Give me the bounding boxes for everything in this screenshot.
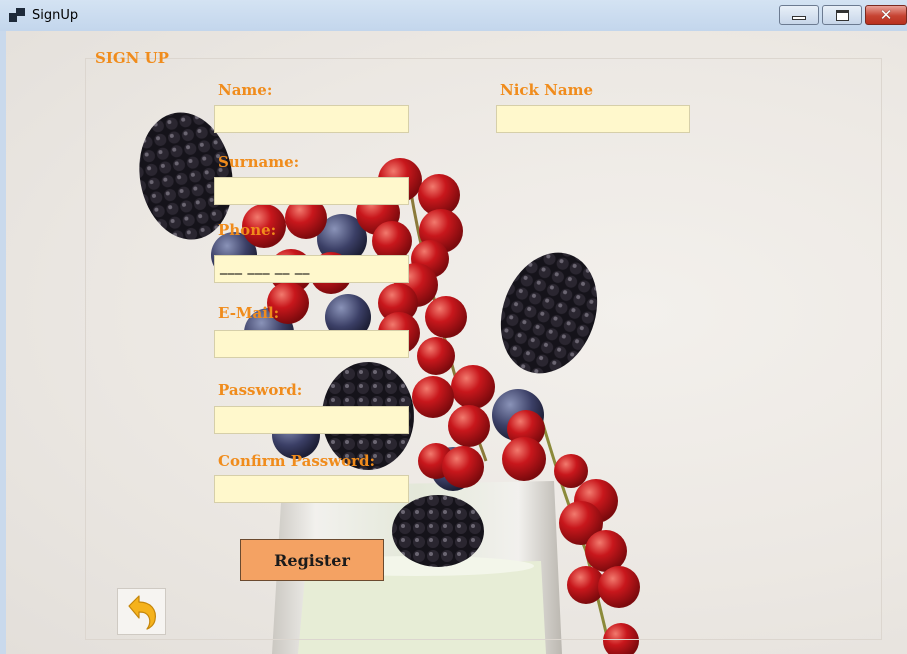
close-icon: ✕ bbox=[879, 5, 893, 24]
register-button[interactable]: Register bbox=[240, 539, 384, 581]
nickname-input[interactable] bbox=[496, 105, 690, 133]
signup-form-window: SIGN UP Name: Nick Name Surname: Phone: … bbox=[6, 31, 907, 654]
confirm-password-label: Confirm Password: bbox=[218, 452, 376, 470]
confirm-password-input[interactable] bbox=[214, 475, 409, 503]
form-group-box bbox=[85, 58, 882, 640]
phone-masked-input[interactable]: ___ ___ __ __ bbox=[214, 255, 409, 283]
close-button[interactable]: ✕ bbox=[865, 5, 907, 25]
sign-up-heading: SIGN UP bbox=[95, 49, 169, 67]
back-button[interactable] bbox=[117, 588, 166, 635]
password-label: Password: bbox=[218, 381, 303, 399]
minimize-button[interactable] bbox=[779, 5, 819, 25]
title-bar: SignUp ✕ bbox=[0, 0, 907, 31]
email-input[interactable] bbox=[214, 330, 409, 358]
email-label: E-Mail: bbox=[218, 304, 280, 322]
maximize-icon bbox=[835, 9, 849, 21]
surname-label: Surname: bbox=[218, 153, 300, 171]
window-title: SignUp bbox=[32, 8, 79, 23]
nickname-label: Nick Name bbox=[500, 81, 594, 99]
app-icon bbox=[9, 8, 25, 22]
password-input[interactable] bbox=[214, 406, 409, 434]
maximize-button[interactable] bbox=[822, 5, 862, 25]
surname-input[interactable] bbox=[214, 177, 409, 205]
phone-label: Phone: bbox=[218, 221, 277, 239]
undo-arrow-icon bbox=[127, 594, 156, 630]
name-input[interactable] bbox=[214, 105, 409, 133]
minimize-icon bbox=[792, 16, 806, 20]
name-label: Name: bbox=[218, 81, 273, 99]
